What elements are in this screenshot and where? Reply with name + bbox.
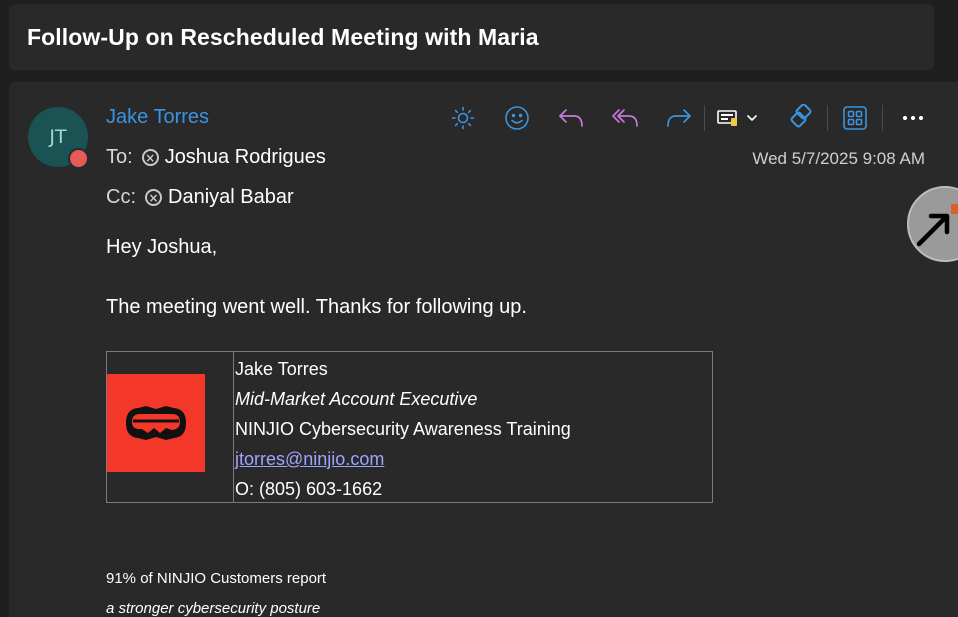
avatar-initials: JT <box>49 126 67 148</box>
message-pane: JT Jake Torres To: × Joshua Rodrigues Cc… <box>9 82 958 617</box>
signature-name: Jake Torres <box>235 359 328 379</box>
chevron-down-icon[interactable] <box>744 102 760 134</box>
loop-icon[interactable] <box>786 102 816 134</box>
recipient-status-icon: × <box>141 149 159 166</box>
toolbar-divider <box>704 105 705 131</box>
reply-all-icon[interactable] <box>610 102 640 134</box>
immersive-reader-icon[interactable] <box>716 102 740 134</box>
signature-email-link[interactable]: jtorres@ninjio.com <box>235 447 571 477</box>
forward-icon[interactable] <box>664 102 694 134</box>
emoji-icon[interactable] <box>502 102 532 134</box>
signature-details: Jake Torres Mid-Market Account Executive… <box>234 352 571 502</box>
apps-icon[interactable] <box>840 102 870 134</box>
footer-stat-line-2: a stronger cybersecurity posture <box>106 600 321 617</box>
email-subject: Follow-Up on Rescheduled Meeting with Ma… <box>27 23 539 50</box>
reply-icon[interactable] <box>556 102 586 134</box>
signature-phone: O: (805) 603-1662 <box>235 479 383 499</box>
body-greeting: Hey Joshua, <box>106 236 218 258</box>
to-label: To: <box>106 146 133 168</box>
more-icon[interactable] <box>898 102 928 134</box>
presence-status-icon <box>68 148 89 169</box>
message-toolbar <box>446 102 936 134</box>
sender-name[interactable]: Jake Torres <box>106 106 209 129</box>
cc-label: Cc: <box>106 186 136 208</box>
signature-table: Jake Torres Mid-Market Account Executive… <box>106 351 713 503</box>
cc-recipient[interactable]: Daniyal Babar <box>168 186 294 209</box>
signature-title: Mid-Market Account Executive <box>235 389 478 409</box>
to-line: To: × Joshua Rodrigues <box>106 146 326 169</box>
recipient-status-icon: × <box>145 189 162 206</box>
signature-logo-cell <box>107 352 234 502</box>
sun-icon[interactable] <box>448 102 478 134</box>
footer-stat-line: 91% of NINJIO Customers report <box>106 570 327 587</box>
subject-bar: Follow-Up on Rescheduled Meeting with Ma… <box>9 4 934 70</box>
toolbar-divider <box>882 105 883 131</box>
cc-line: Cc: × Daniyal Babar <box>106 186 294 209</box>
signature-company: NINJIO Cybersecurity Awareness Training <box>235 419 571 439</box>
expand-arrow-button[interactable] <box>907 186 958 262</box>
to-recipient[interactable]: Joshua Rodrigues <box>165 146 326 169</box>
ninjio-logo-icon <box>107 374 205 472</box>
sent-date: Wed 5/7/2025 9:08 AM <box>752 149 925 168</box>
body-line: The meeting went well. Thanks for follow… <box>106 296 527 318</box>
toolbar-divider <box>827 105 828 131</box>
